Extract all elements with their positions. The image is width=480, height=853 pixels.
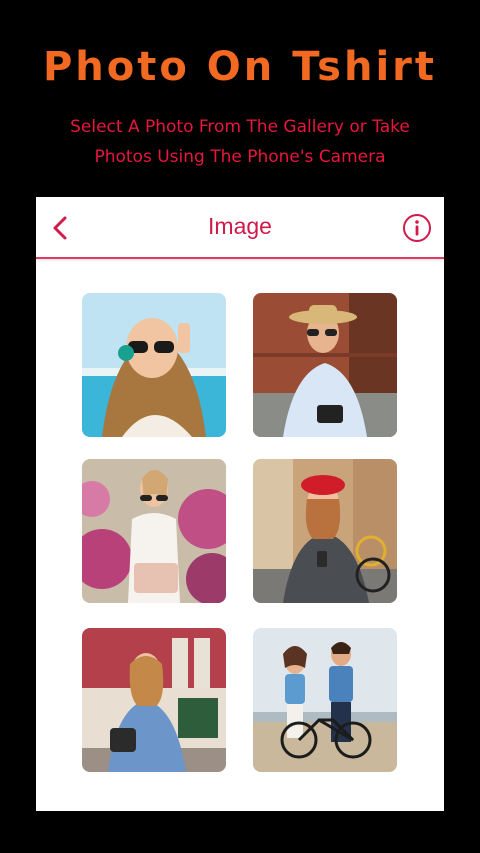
- app-bar-divider: [36, 257, 444, 259]
- gallery-photo-1[interactable]: [82, 293, 226, 437]
- screen-title: Image: [208, 213, 272, 239]
- gallery-photo-3[interactable]: [82, 459, 226, 603]
- info-circle-icon: [403, 214, 431, 242]
- app-headline: Photo On Tshirt: [42, 44, 438, 90]
- photo-thumbnail: [253, 628, 397, 772]
- subtitle-line-1: Select A Photo From The Gallery or Take: [70, 117, 410, 137]
- chevron-left-icon: [53, 216, 67, 240]
- gallery-photo-6[interactable]: [253, 628, 397, 772]
- photo-thumbnail: [253, 293, 397, 437]
- photo-thumbnail: [82, 293, 226, 437]
- image-picker-card: Image: [36, 197, 444, 811]
- photo-thumbnail: [82, 628, 226, 772]
- subtitle-line-2: Photos Using The Phone's Camera: [94, 147, 386, 167]
- top-app-bar: Image: [36, 197, 444, 259]
- info-button[interactable]: [402, 213, 432, 243]
- gallery-photo-5[interactable]: [82, 628, 226, 772]
- photo-thumbnail: [82, 459, 226, 603]
- gallery-photo-4[interactable]: [253, 459, 397, 603]
- back-button[interactable]: [44, 211, 78, 245]
- photo-thumbnail: [253, 459, 397, 603]
- gallery-photo-2[interactable]: [253, 293, 397, 437]
